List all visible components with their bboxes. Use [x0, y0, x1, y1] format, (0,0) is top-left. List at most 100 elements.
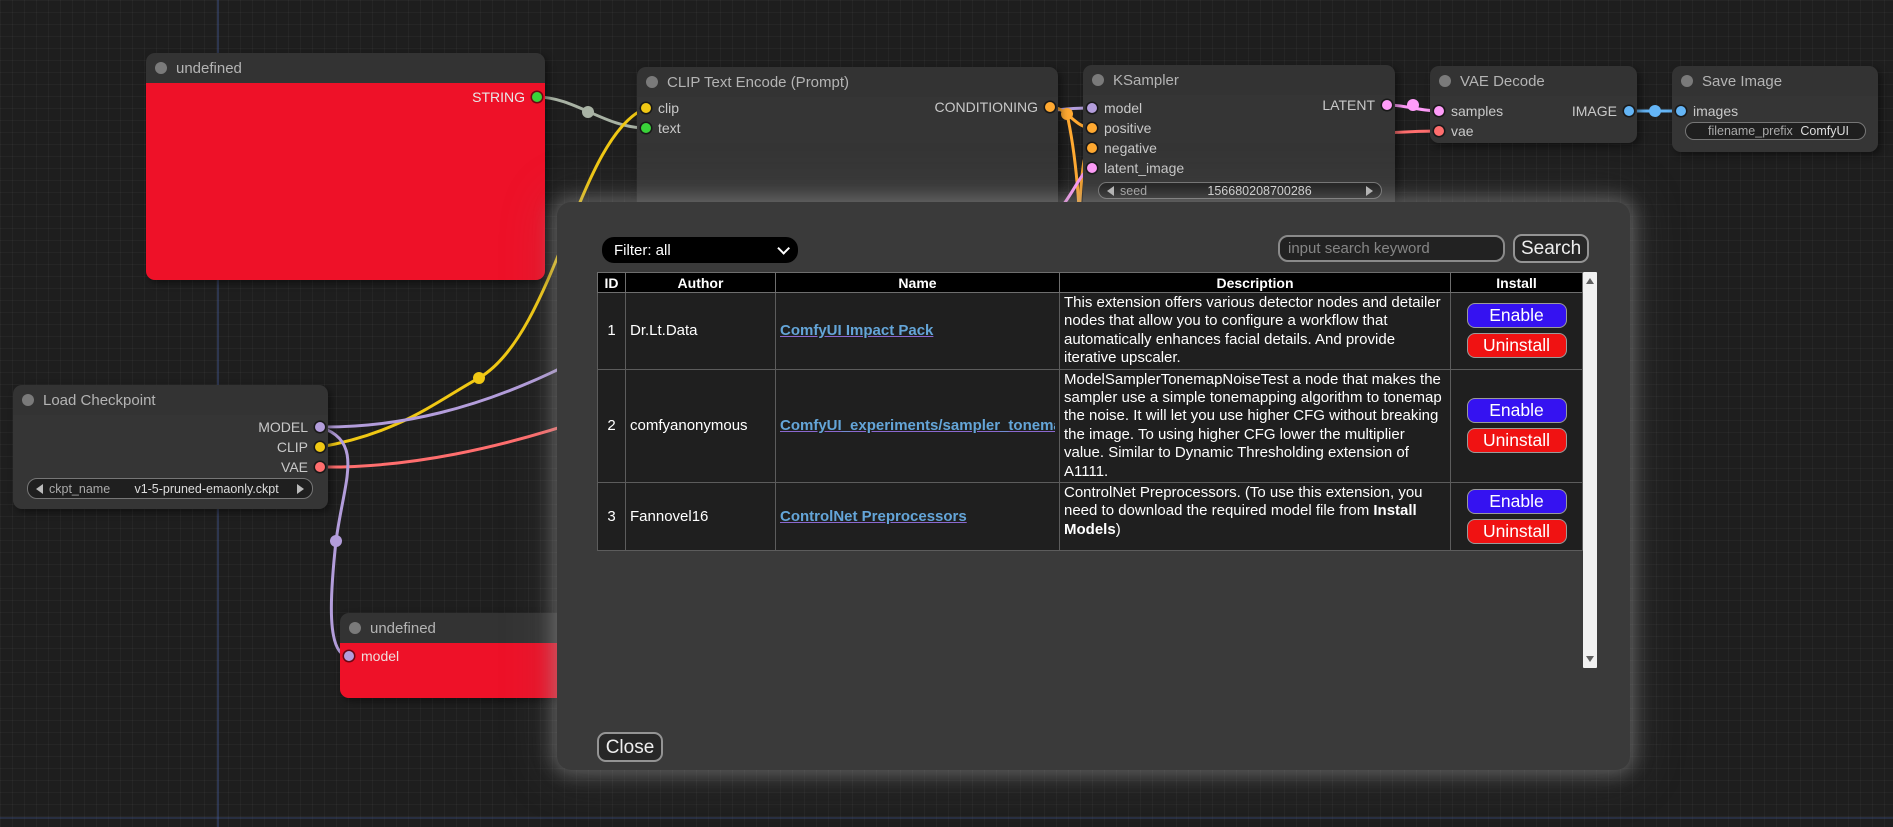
table-scrollbar[interactable] [1583, 272, 1597, 668]
slot-dot-icon[interactable] [1087, 143, 1097, 153]
slot-label: model [1104, 100, 1142, 116]
widget-value: ComfyUI [1799, 124, 1857, 138]
slot-dot-icon[interactable] [532, 92, 542, 102]
collapse-dot-icon[interactable] [349, 622, 361, 634]
slot-label: MODEL [258, 419, 308, 435]
collapse-dot-icon[interactable] [1681, 75, 1693, 87]
node-undefined-bottom[interactable]: undefined model [340, 613, 568, 698]
filter-select[interactable]: Filter: all [602, 237, 798, 263]
slot-dot-icon[interactable] [1676, 106, 1686, 116]
input-slot-latent-image[interactable]: latent_image [1087, 158, 1184, 178]
cell-author: comfyanonymous [626, 369, 776, 482]
enable-button[interactable]: Enable [1467, 303, 1567, 328]
input-slot-model[interactable]: model [344, 646, 399, 666]
node-title-bar[interactable]: VAE Decode [1430, 66, 1637, 96]
node-load-checkpoint[interactable]: Load Checkpoint MODEL CLIP VAE ckpt_name… [13, 385, 328, 509]
input-slot-samples[interactable]: samples [1434, 101, 1503, 121]
enable-button[interactable]: Enable [1467, 489, 1567, 514]
slot-dot-icon[interactable] [315, 422, 325, 432]
slot-label: samples [1451, 103, 1503, 119]
slot-dot-icon[interactable] [1087, 163, 1097, 173]
ckpt-name-widget[interactable]: ckpt_name v1-5-pruned-emaonly.ckpt [27, 478, 313, 499]
slot-label: negative [1104, 140, 1157, 156]
output-slot-latent[interactable]: LATENT [1322, 95, 1392, 115]
cell-install: Enable Uninstall [1451, 293, 1583, 370]
increment-arrow-icon[interactable] [297, 484, 304, 494]
grid-axis-horizontal [0, 817, 1893, 819]
filter-select-value: Filter: all [614, 242, 671, 259]
uninstall-button[interactable]: Uninstall [1467, 519, 1567, 544]
extension-table: IDAuthorNameDescriptionInstall 1Dr.Lt.Da… [597, 272, 1583, 551]
slot-dot-icon[interactable] [1087, 103, 1097, 113]
output-slot-conditioning[interactable]: CONDITIONING [935, 97, 1055, 117]
slot-dot-icon[interactable] [1087, 123, 1097, 133]
scroll-up-icon[interactable] [1586, 278, 1594, 284]
input-slot-text[interactable]: text [641, 118, 681, 138]
slot-dot-icon[interactable] [641, 123, 651, 133]
column-header-name: Name [776, 273, 1060, 293]
output-slot-clip[interactable]: CLIP [277, 437, 325, 457]
close-button[interactable]: Close [597, 732, 663, 762]
input-slot-vae[interactable]: vae [1434, 121, 1474, 141]
node-title-bar[interactable]: undefined [340, 613, 568, 643]
collapse-dot-icon[interactable] [646, 76, 658, 88]
node-graph-canvas[interactable]: undefined STRING CLIP Text Encode (Promp… [0, 0, 1893, 827]
extension-link[interactable]: ComfyUI Impact Pack [780, 322, 933, 339]
slot-label: LATENT [1322, 97, 1375, 113]
collapse-dot-icon[interactable] [155, 62, 167, 74]
node-title-bar[interactable]: KSampler [1083, 65, 1395, 95]
slot-dot-icon[interactable] [1624, 106, 1634, 116]
node-title-bar[interactable]: Save Image [1672, 66, 1878, 96]
extension-link[interactable]: ComfyUI_experiments/sampler_tonemap [780, 417, 1055, 434]
decrement-arrow-icon[interactable] [1107, 186, 1114, 196]
search-input[interactable] [1278, 235, 1505, 262]
node-save-image[interactable]: Save Image images filename_prefix ComfyU… [1672, 66, 1878, 152]
collapse-dot-icon[interactable] [1092, 74, 1104, 86]
extension-link[interactable]: ControlNet Preprocessors [780, 508, 967, 525]
input-slot-negative[interactable]: negative [1087, 138, 1157, 158]
slot-dot-icon[interactable] [315, 442, 325, 452]
collapse-dot-icon[interactable] [1439, 75, 1451, 87]
slot-dot-icon[interactable] [1434, 106, 1444, 116]
widget-label: ckpt_name [49, 482, 110, 496]
node-title-bar[interactable]: CLIP Text Encode (Prompt) [637, 67, 1058, 97]
extension-row: 1Dr.Lt.DataComfyUI Impact PackThis exten… [598, 293, 1583, 370]
node-title: undefined [370, 620, 436, 637]
node-title-bar[interactable]: Load Checkpoint [13, 385, 328, 415]
slot-dot-icon[interactable] [1382, 100, 1392, 110]
input-slot-clip[interactable]: clip [641, 98, 679, 118]
slot-dot-icon[interactable] [315, 462, 325, 472]
slot-dot-icon[interactable] [1045, 102, 1055, 112]
slot-dot-icon[interactable] [641, 103, 651, 113]
input-slot-images[interactable]: images [1676, 101, 1738, 121]
node-title: VAE Decode [1460, 73, 1545, 90]
enable-button[interactable]: Enable [1467, 398, 1567, 423]
node-title-bar[interactable]: undefined [146, 53, 545, 83]
uninstall-button[interactable]: Uninstall [1467, 428, 1567, 453]
cell-description: This extension offers various detector n… [1060, 293, 1451, 370]
output-slot-vae[interactable]: VAE [281, 457, 325, 477]
output-slot-string[interactable]: STRING [472, 87, 542, 107]
slot-dot-icon[interactable] [1434, 126, 1444, 136]
seed-widget[interactable]: seed 156680208700286 [1098, 182, 1382, 199]
collapse-dot-icon[interactable] [22, 394, 34, 406]
uninstall-button[interactable]: Uninstall [1467, 333, 1567, 358]
decrement-arrow-icon[interactable] [36, 484, 43, 494]
search-button[interactable]: Search [1513, 234, 1589, 263]
output-slot-model[interactable]: MODEL [258, 417, 325, 437]
slot-label: IMAGE [1572, 103, 1617, 119]
output-slot-image[interactable]: IMAGE [1572, 101, 1634, 121]
increment-arrow-icon[interactable] [1366, 186, 1373, 196]
slot-dot-icon[interactable] [344, 651, 354, 661]
slot-label: images [1693, 103, 1738, 119]
input-slot-positive[interactable]: positive [1087, 118, 1151, 138]
filename-prefix-widget[interactable]: filename_prefix ComfyUI [1685, 122, 1866, 140]
cell-install: Enable Uninstall [1451, 369, 1583, 482]
node-undefined-top[interactable]: undefined STRING [146, 53, 545, 280]
node-vae-decode[interactable]: VAE Decode samples vae IMAGE [1430, 66, 1637, 143]
slot-label: clip [658, 100, 679, 116]
input-slot-model[interactable]: model [1087, 98, 1142, 118]
widget-value: 156680208700286 [1153, 184, 1366, 198]
scroll-down-icon[interactable] [1586, 656, 1594, 662]
slot-label: VAE [281, 459, 308, 475]
